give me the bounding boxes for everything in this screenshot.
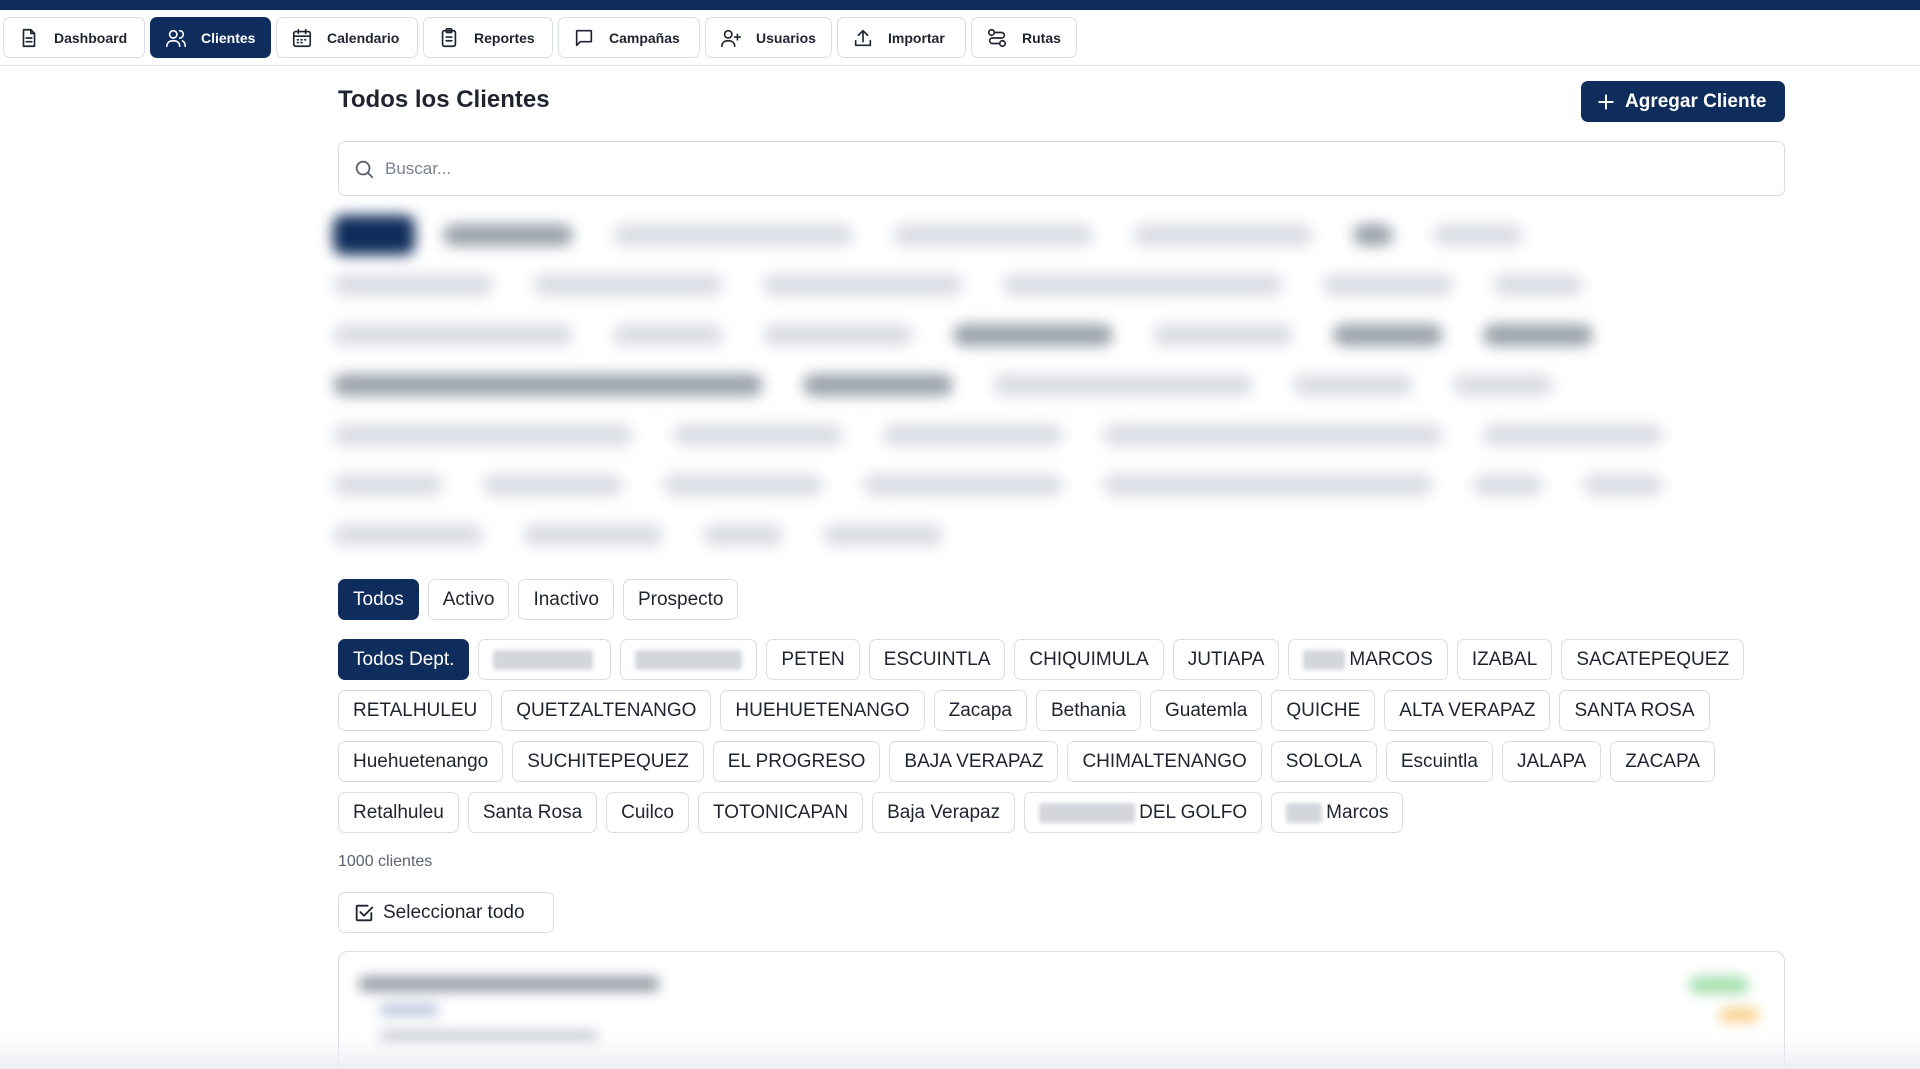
dept-filter[interactable]: BAJA VERAPAZ (889, 741, 1059, 782)
status-filter-prospecto[interactable]: Prospecto (622, 579, 739, 620)
tab-label: Campañas (609, 29, 680, 46)
dept-filter-all[interactable]: Todos Dept. (338, 639, 470, 680)
dept-filter[interactable]: Marcos (1271, 792, 1404, 833)
tab-label: Rutas (1022, 29, 1061, 46)
dept-filter[interactable]: SANTA ROSA (1559, 690, 1710, 731)
tab-campanas[interactable]: Campañas (558, 17, 700, 58)
tab-calendario[interactable]: Calendario (276, 17, 418, 58)
dept-filter[interactable]: TOTONICAPAN (697, 792, 864, 833)
dept-filter[interactable]: MARCOS (1288, 639, 1448, 680)
dept-filter[interactable]: JALAPA (1501, 741, 1602, 782)
user-plus-icon (721, 29, 741, 47)
add-client-label: Agregar Cliente (1625, 90, 1767, 112)
blurred-tag-cloud (333, 210, 1733, 560)
tab-label: Importar (888, 29, 945, 46)
dept-filter[interactable]: CHIMALTENANGO (1067, 741, 1262, 782)
select-all-label: Seleccionar todo (383, 901, 525, 923)
dept-filter-label: MARCOS (1349, 648, 1433, 670)
dept-filter[interactable]: EL PROGRESO (712, 741, 881, 782)
plus-icon (1598, 93, 1614, 110)
dept-filter[interactable]: Zacapa (933, 690, 1027, 731)
message-icon (575, 29, 593, 46)
users-icon (166, 29, 186, 47)
checkbox-icon (355, 904, 374, 921)
tab-rutas[interactable]: Rutas (971, 17, 1077, 58)
status-filter-activo[interactable]: Activo (427, 579, 510, 620)
tab-label: Clientes (201, 29, 256, 46)
dept-filter[interactable]: ZACAPA (1610, 741, 1715, 782)
status-filter-group: Todos Activo Inactivo Prospecto (338, 579, 747, 620)
route-icon (987, 28, 1007, 47)
dept-filter[interactable]: SOLOLA (1270, 741, 1377, 782)
status-filter-inactivo[interactable]: Inactivo (518, 579, 614, 620)
dept-filter[interactable]: SACATEPEQUEZ (1561, 639, 1745, 680)
dept-filter[interactable]: RETALHULEU (338, 690, 493, 731)
dept-filter-label: Marcos (1326, 801, 1389, 823)
dept-filter[interactable]: Bethania (1035, 690, 1141, 731)
tab-reportes[interactable]: Reportes (423, 17, 553, 58)
department-filter-group: Todos Dept. PETEN ESCUINTLA CHIQUIMULA J… (338, 639, 1798, 843)
results-count: 1000 clientes (338, 853, 433, 870)
select-all-button[interactable]: Seleccionar todo (338, 892, 554, 933)
top-accent-bar (0, 0, 1920, 10)
tab-label: Usuarios (756, 29, 816, 46)
dept-filter[interactable]: QUETZALTENANGO (501, 690, 712, 731)
dept-filter[interactable]: CHIQUIMULA (1014, 639, 1164, 680)
dept-filter[interactable]: Santa Rosa (467, 792, 598, 833)
dept-filter[interactable]: Baja Verapaz (872, 792, 1016, 833)
clipboard-icon (441, 27, 457, 47)
dept-filter[interactable]: Huehuetenango (338, 741, 504, 782)
bottom-fade (0, 1035, 1920, 1069)
calendar-icon (292, 28, 312, 47)
status-filter-todos[interactable]: Todos (338, 579, 419, 620)
dept-filter-redacted[interactable] (620, 639, 758, 680)
dept-filter[interactable]: ESCUINTLA (868, 639, 1006, 680)
dept-filter[interactable]: IZABAL (1456, 639, 1553, 680)
add-client-button[interactable]: Agregar Cliente (1581, 81, 1785, 122)
dept-filter[interactable]: Cuilco (606, 792, 689, 833)
dept-filter[interactable]: HUEHUETENANGO (720, 690, 925, 731)
dept-filter-label: DEL GOLFO (1139, 801, 1248, 823)
main-nav: Dashboard Clientes Calendario Reportes C… (0, 10, 1920, 66)
tab-importar[interactable]: Importar (837, 17, 966, 58)
document-icon (22, 28, 36, 47)
tab-label: Calendario (327, 29, 400, 46)
upload-icon (854, 29, 872, 46)
dept-filter[interactable]: JUTIAPA (1172, 639, 1280, 680)
tab-clientes[interactable]: Clientes (150, 17, 271, 58)
dept-filter[interactable]: QUICHE (1271, 690, 1376, 731)
search-icon (355, 160, 374, 178)
tab-usuarios[interactable]: Usuarios (705, 17, 832, 58)
search-input[interactable] (385, 158, 1685, 179)
dept-filter[interactable]: ALTA VERAPAZ (1384, 690, 1551, 731)
tab-dashboard[interactable]: Dashboard (3, 17, 145, 58)
dept-filter[interactable]: Retalhuleu (338, 792, 459, 833)
tab-label: Dashboard (54, 29, 128, 46)
dept-filter[interactable]: DEL GOLFO (1024, 792, 1263, 833)
page-title: Todos los Clientes (338, 86, 550, 113)
dept-filter[interactable]: Escuintla (1385, 741, 1493, 782)
dept-filter[interactable]: SUCHITEPEQUEZ (512, 741, 704, 782)
dept-filter[interactable]: PETEN (766, 639, 860, 680)
search-box (338, 141, 1785, 196)
dept-filter-redacted[interactable] (478, 639, 612, 680)
dept-filter[interactable]: Guatemla (1149, 690, 1263, 731)
tab-label: Reportes (474, 29, 535, 46)
